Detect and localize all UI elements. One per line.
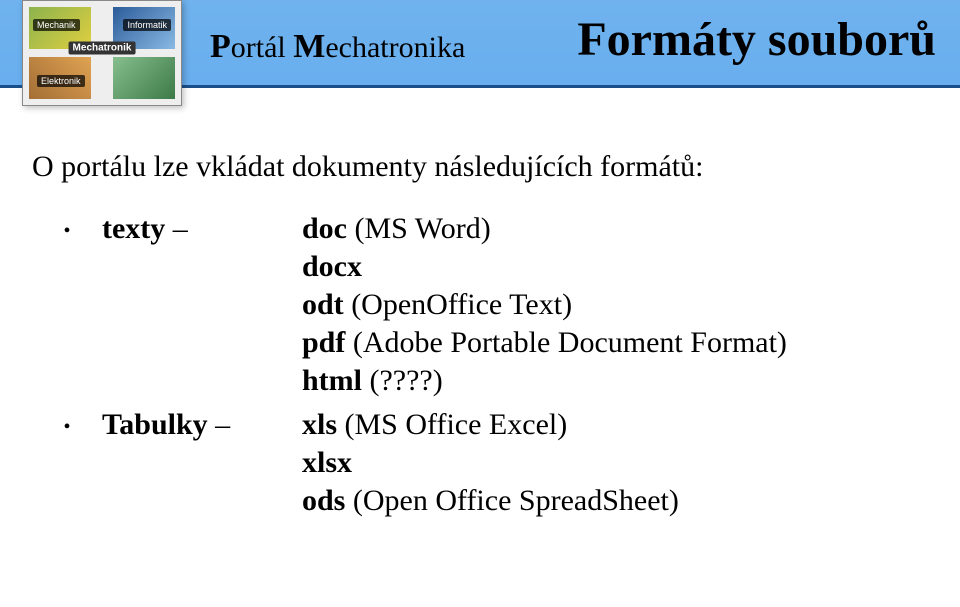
format-odt-name: odt (302, 288, 344, 321)
brand-word2: echatronika (325, 31, 465, 64)
slide-title: Formáty souborů (577, 12, 936, 67)
logo-image: Mechanik Informatik Elektronik Mechatron… (22, 0, 182, 106)
brand-word1: ortál (231, 31, 293, 64)
group-texty-items: doc (MS Word) docx odt (OpenOffice Text)… (302, 212, 787, 402)
format-odt: odt (OpenOffice Text) (302, 288, 787, 322)
logo-region-br (113, 57, 175, 99)
slide-body: O portálu lze vkládat dokumenty následuj… (32, 150, 928, 522)
format-docx: docx (302, 250, 787, 284)
format-doc-desc: (MS Word) (347, 212, 491, 245)
brand-m: M (293, 28, 325, 65)
format-docx-name: docx (302, 250, 362, 283)
brand-text: Portál Mechatronika (210, 28, 465, 66)
group-tabulky-label: Tabulky (102, 408, 208, 441)
format-pdf-name: pdf (302, 326, 345, 359)
group-label-tabulky: Tabulky – (102, 408, 302, 442)
format-xls-name: xls (302, 408, 337, 441)
format-html-desc: (????) (362, 364, 443, 397)
format-ods-desc: (Open Office SpreadSheet) (345, 484, 679, 517)
format-ods-name: ods (302, 484, 345, 517)
group-tabulky-items: xls (MS Office Excel) xlsx ods (Open Off… (302, 408, 679, 522)
format-pdf-desc: (Adobe Portable Document Format) (345, 326, 787, 359)
logo-label-informatik: Informatik (123, 19, 171, 31)
format-html-name: html (302, 364, 362, 397)
logo-label-mechatronik: Mechatronik (69, 41, 136, 54)
slide-header: Mechanik Informatik Elektronik Mechatron… (0, 0, 960, 88)
format-xlsx-name: xlsx (302, 446, 352, 479)
group-tabulky-dash: – (208, 408, 231, 441)
group-label-texty: texty – (102, 212, 302, 246)
group-texty-label: texty (102, 212, 165, 245)
format-doc-name: doc (302, 212, 347, 245)
logo-label-elektronik: Elektronik (37, 75, 85, 87)
format-doc: doc (MS Word) (302, 212, 787, 246)
format-html: html (????) (302, 364, 787, 398)
logo-label-mechanik: Mechanik (33, 19, 80, 31)
intro-text: O portálu lze vkládat dokumenty následuj… (32, 150, 928, 184)
brand-p: P (210, 28, 231, 65)
group-texty: • texty – doc (MS Word) docx odt (OpenOf… (32, 212, 928, 402)
format-xls-desc: (MS Office Excel) (337, 408, 567, 441)
format-xls: xls (MS Office Excel) (302, 408, 679, 442)
format-odt-desc: (OpenOffice Text) (344, 288, 572, 321)
group-tabulky: • Tabulky – xls (MS Office Excel) xlsx o… (32, 408, 928, 522)
format-pdf: pdf (Adobe Portable Document Format) (302, 326, 787, 360)
format-xlsx: xlsx (302, 446, 679, 480)
format-ods: ods (Open Office SpreadSheet) (302, 484, 679, 518)
bullet-icon: • (32, 408, 102, 446)
group-texty-dash: – (165, 212, 188, 245)
bullet-icon: • (32, 212, 102, 250)
